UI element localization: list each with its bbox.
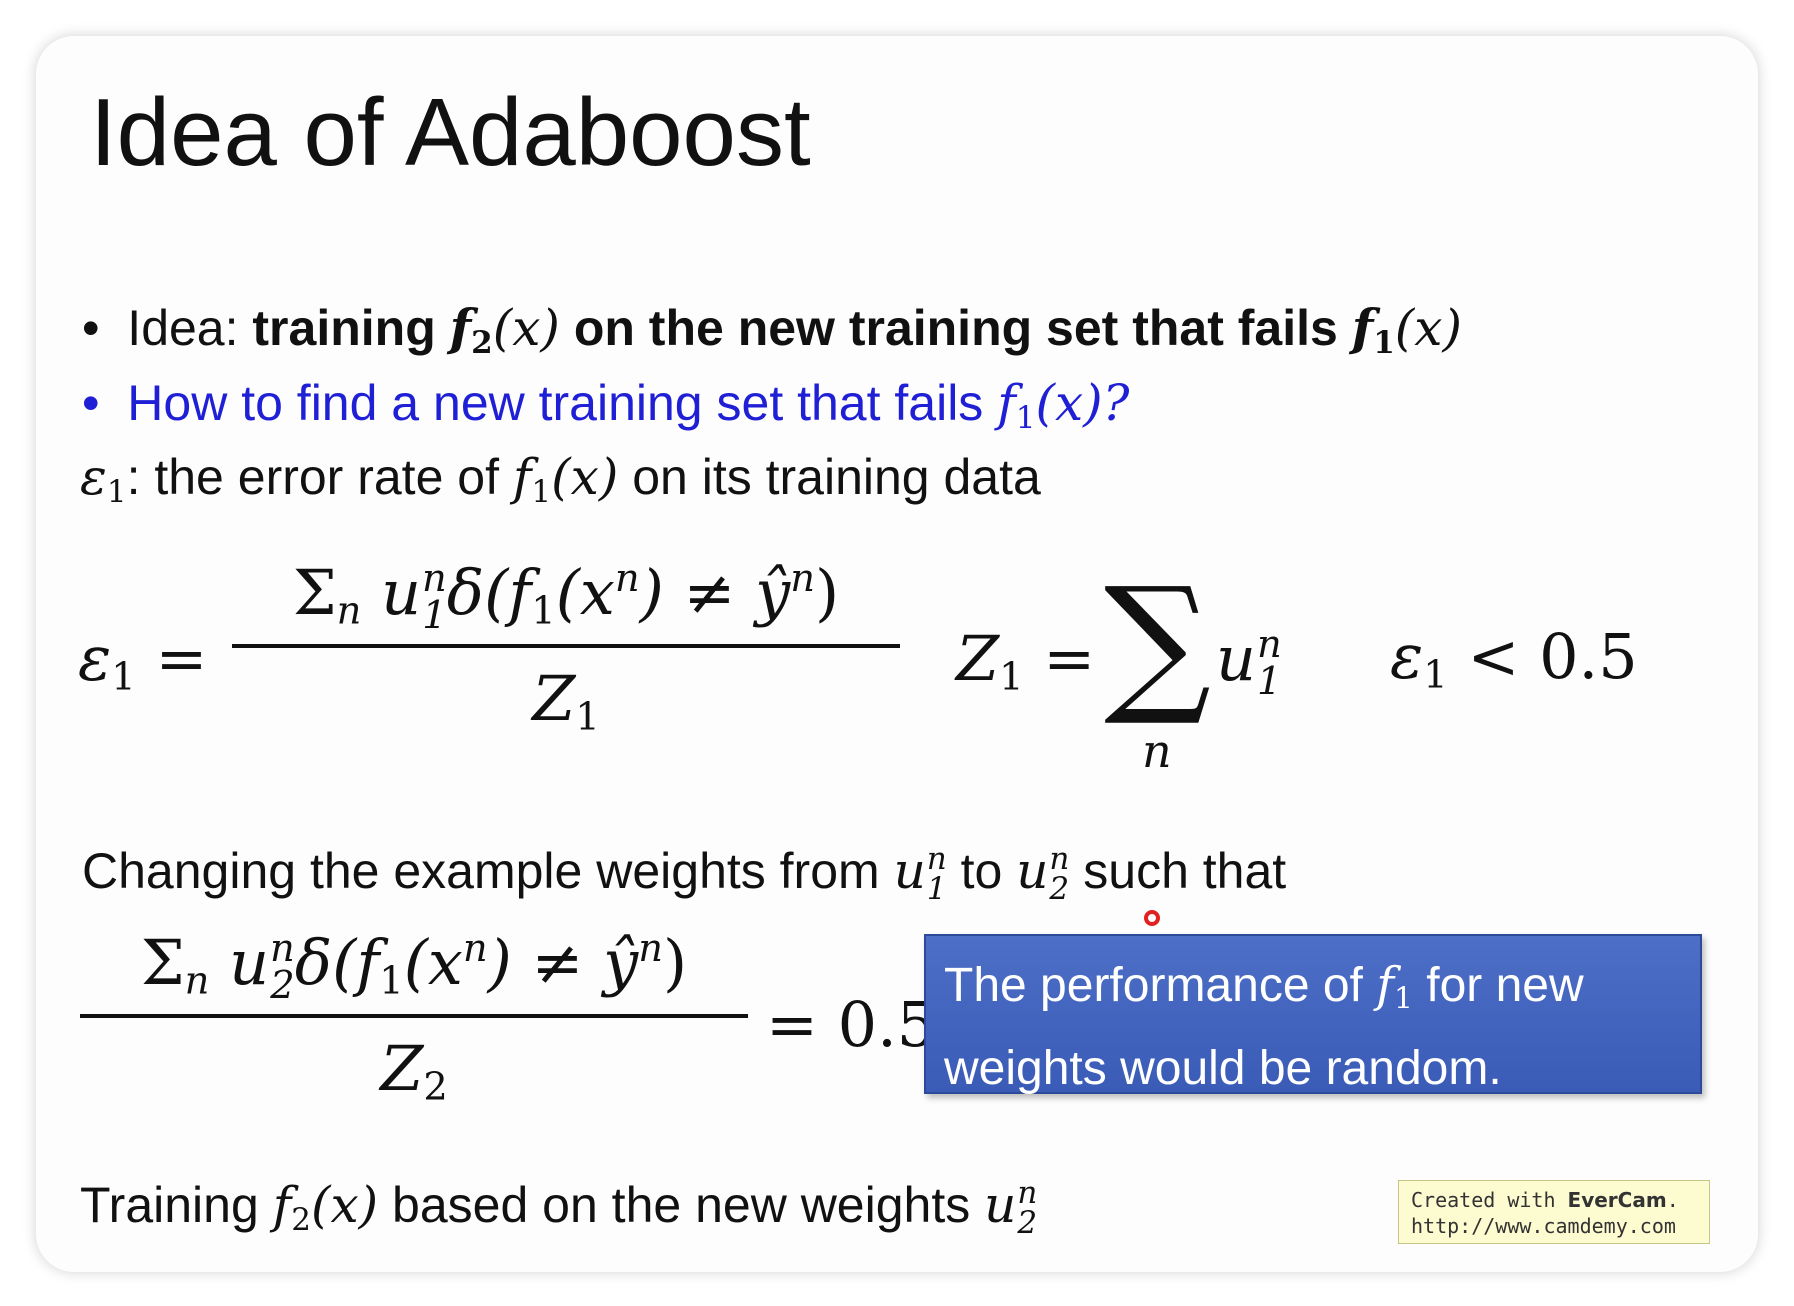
laser-pointer-icon	[1144, 910, 1160, 926]
eq1-numerator: Σn u n 1 δ(f1(xn) ≠ ŷn)	[292, 556, 840, 638]
bullet-idea: • Idea: training f2(x) on the new traini…	[82, 298, 1462, 361]
evercam-watermark: Created with EverCam. http://www.camdemy…	[1398, 1180, 1710, 1244]
sum-index: n	[1142, 724, 1172, 778]
callout-line-1: The performance of f1 for new	[944, 957, 1584, 1017]
eq2-rhs: = 0.5	[766, 988, 937, 1061]
sum-symbol: ∑	[1104, 556, 1212, 730]
watermark-line-1: Created with EverCam.	[1411, 1188, 1679, 1212]
callout-line-2: weights would be random.	[944, 1042, 1502, 1096]
callout-box: The performance of f1 for new weights wo…	[924, 934, 1702, 1095]
watermark-url: http://www.camdemy.com	[1411, 1214, 1676, 1238]
eq1-fraction: Σn u n 1 δ(f1(xn) ≠ ŷn) Z1	[232, 556, 900, 740]
eq1-fraction-bar	[232, 644, 900, 649]
eq2-denominator: Z2	[380, 1032, 448, 1111]
changing-weights-line: Changing the example weights from un1 to…	[82, 841, 1287, 907]
slide: Idea of Adaboost • Idea: training f2(x) …	[36, 36, 1758, 1272]
eq-z1-lhs: Z1 =	[956, 622, 1096, 700]
slide-title: Idea of Adaboost	[90, 79, 811, 186]
eq1-denominator: Z1	[532, 662, 600, 741]
bullet-dot: •	[82, 375, 128, 431]
eq2-fraction: Σn u n 2 δ(f1(xn) ≠ ŷn) Z2	[80, 926, 748, 1110]
eq-z1-term: un1	[1216, 622, 1282, 704]
eq-condition: ε1 < 0.5	[1390, 620, 1638, 698]
bullet-dot: •	[82, 300, 128, 356]
eq1-lhs: ε1 =	[78, 622, 208, 700]
eq2-fraction-bar	[80, 1014, 748, 1019]
eq2-numerator: Σn u n 2 δ(f1(xn) ≠ ŷn)	[140, 926, 688, 1008]
training-line: Training f2(x) based on the new weights …	[80, 1175, 1038, 1241]
bullet-how-to: • How to find a new training set that fa…	[82, 374, 1130, 436]
epsilon-definition: ε1: the error rate of f1(x) on its train…	[80, 448, 1041, 510]
